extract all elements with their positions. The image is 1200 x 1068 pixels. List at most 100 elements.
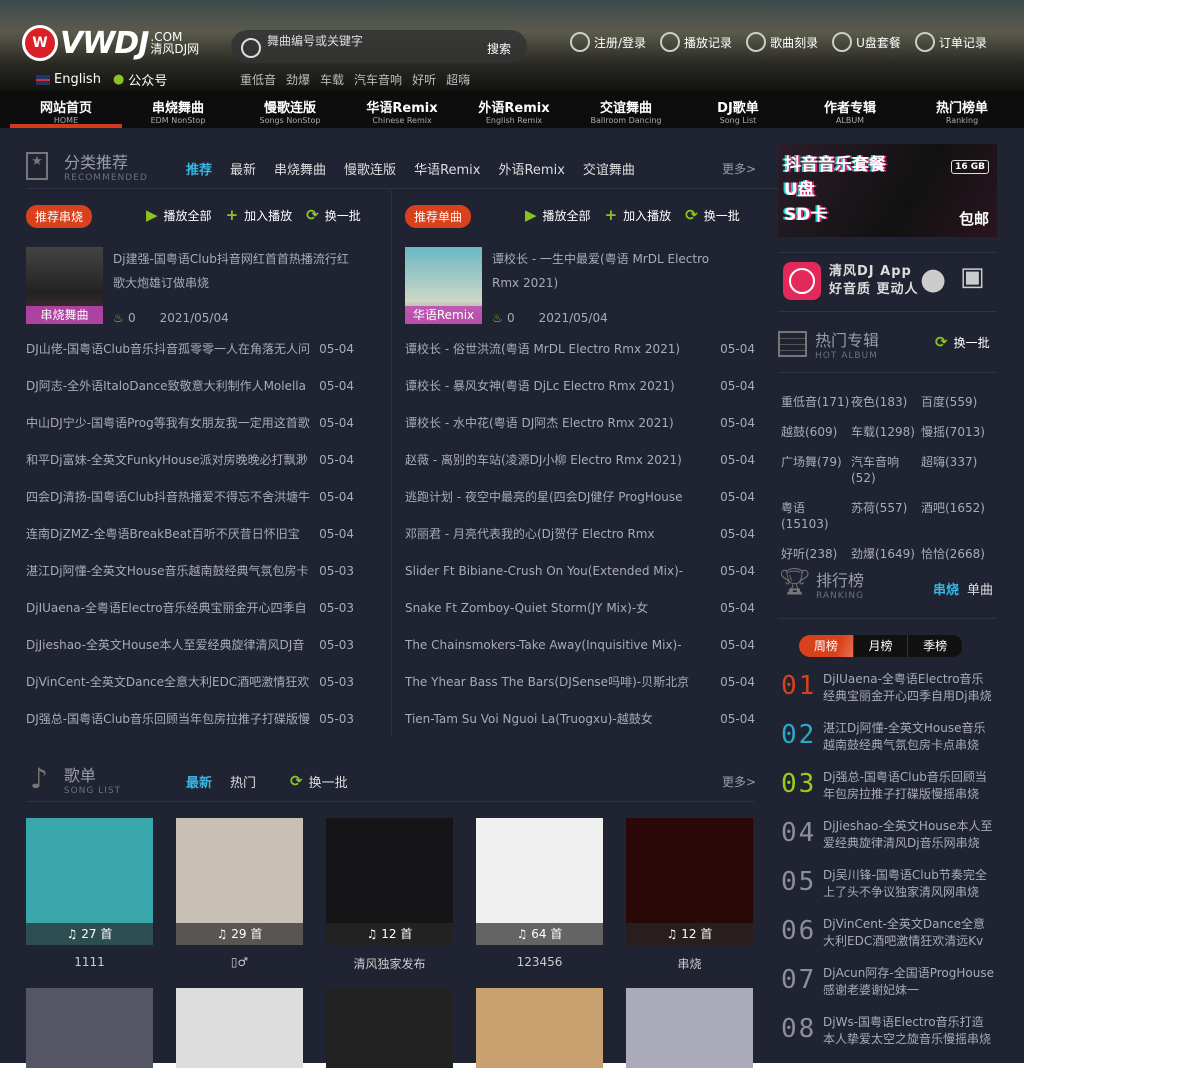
- header-tool-0[interactable]: 注册/登录: [570, 32, 646, 52]
- table-row[interactable]: 谭校长 - 水中花(粤语 DJ阿杰 Electro Rmx 2021) 05-04: [405, 415, 755, 452]
- featured-song[interactable]: 串烧舞曲 Dj建强-国粤语Club抖音网红首首热播流行红歌大炮雄订做串烧 ♨ 0 20…: [26, 247, 353, 325]
- tab-monthly[interactable]: 月榜: [854, 635, 909, 657]
- album-tag-link[interactable]: 车载(1298): [851, 424, 921, 440]
- nav-item-3[interactable]: 华语Remix Chinese Remix: [346, 91, 458, 128]
- rank-title[interactable]: DjWs-国粤语Electro音乐打造本人挚爱太空之旋音乐慢摇串烧: [823, 1014, 995, 1063]
- playlist-name[interactable]: 清风独家发布: [326, 955, 453, 972]
- album-refresh-button[interactable]: ⟳ 换一批: [935, 333, 990, 351]
- playlist-cover[interactable]: [626, 988, 753, 1068]
- more-link[interactable]: 更多>: [722, 160, 756, 177]
- album-tag-link[interactable]: 越鼓(609): [781, 424, 851, 440]
- tab-nonstop[interactable]: 串烧: [933, 579, 959, 598]
- song-title[interactable]: The Yhear Bass The Bars(DJSense吗啡)-贝斯北京: [405, 674, 695, 711]
- hot-word-link[interactable]: 劲爆: [286, 71, 310, 88]
- table-row[interactable]: Slider Ft Bibiane-Crush On You(Extended …: [405, 563, 755, 600]
- playlist-cover[interactable]: [26, 988, 153, 1068]
- playlist-cover[interactable]: [176, 988, 303, 1068]
- playlist-name[interactable]: 1111: [26, 955, 153, 969]
- table-row[interactable]: 谭校长 - 俗世洪流(粤语 MrDL Electro Rmx 2021) 05-0…: [405, 341, 755, 378]
- nav-item-0[interactable]: 网站首页 HOME: [10, 91, 122, 128]
- header-tool-4[interactable]: 订单记录: [914, 32, 987, 52]
- tab-single[interactable]: 单曲: [967, 579, 993, 598]
- album-tag-link[interactable]: 苏荷(557): [851, 500, 921, 532]
- playlist-card[interactable]: ♫ 12 首清风独家发布: [326, 818, 453, 972]
- table-row[interactable]: The Yhear Bass The Bars(DJSense吗啡)-贝斯北京 0…: [405, 674, 755, 711]
- nav-item-4[interactable]: 外语Remix English Remix: [458, 91, 570, 128]
- rank-title[interactable]: DjIUaena-全粤语Electro音乐经典宝丽金开心四季自用Dj串烧: [823, 671, 995, 720]
- playlist-card[interactable]: ♫ 29 首 ▯♂: [176, 818, 303, 972]
- table-row[interactable]: DjVinCent-全英文Dance全意大利EDC酒吧激情狂欢 05-03: [26, 674, 354, 711]
- ranking-item[interactable]: 04 DjJieshao-全英文House本人至爱经典旋律清风Dj音乐网串烧: [781, 818, 996, 867]
- table-row[interactable]: 四会DJ清扬-国粤语Club抖音热播爱不得忘不舍洪塘牛 05-04: [26, 489, 354, 526]
- recommend-tab[interactable]: 华语Remix: [414, 159, 480, 178]
- playlist-cover[interactable]: ♫ 12 首: [626, 818, 753, 945]
- tab-weekly[interactable]: 周榜: [799, 635, 854, 657]
- playlist-cover[interactable]: ♫ 12 首: [326, 818, 453, 945]
- playlist-cover[interactable]: ♫ 29 首: [176, 818, 303, 945]
- table-row[interactable]: DJ强总-国粤语Club音乐回顾当年包房拉推子打碟版慢 05-03: [26, 711, 354, 748]
- hot-word-link[interactable]: 超嗨: [446, 71, 470, 88]
- rank-title[interactable]: Dj吴川锋-国粤语Club节奏完全上了头不争议独家清风网串烧: [823, 867, 995, 916]
- album-tag-link[interactable]: 恰恰(2668): [921, 546, 996, 562]
- song-title[interactable]: 四会DJ清扬-国粤语Club抖音热播爱不得忘不舍洪塘牛: [26, 489, 316, 526]
- song-title[interactable]: Snake Ft Zomboy-Quiet Storm(JY Mix)-女: [405, 600, 695, 637]
- header-tool-2[interactable]: 歌曲刻录: [746, 32, 818, 52]
- table-row[interactable]: 逃跑计划 - 夜空中最亮的星(四会DJ健仔 ProgHouse 05-04: [405, 489, 755, 526]
- refresh-button[interactable]: ⟳ 换一批: [306, 206, 361, 224]
- table-row[interactable]: DjIUaena-全粤语Electro音乐经典宝丽金开心四季自 05-03: [26, 600, 354, 637]
- table-row[interactable]: The Chainsmokers-Take Away(Inquisitive M…: [405, 637, 755, 674]
- album-tag-link[interactable]: 百度(559): [921, 394, 996, 410]
- ranking-item[interactable]: 06 DjVinCent-全英文Dance全意大利EDC酒吧激情狂欢清远Kv: [781, 916, 996, 965]
- playlist-cover[interactable]: [476, 988, 603, 1068]
- album-tag-link[interactable]: 重低音(171): [781, 394, 851, 410]
- song-title[interactable]: 和平Dj富妹-全英文FunkyHouse派对房晚晚必打飘渺: [26, 452, 316, 489]
- song-title[interactable]: DJ阿志-全外语ItaloDance致敬意大利制作人Molella: [26, 378, 316, 415]
- header-tool-3[interactable]: U盘套餐: [832, 32, 901, 52]
- rank-title[interactable]: DjVinCent-全英文Dance全意大利EDC酒吧激情狂欢清远Kv: [823, 916, 995, 965]
- recommend-tab[interactable]: 慢歌连版: [344, 159, 396, 178]
- featured-cover[interactable]: 华语Remix: [405, 247, 482, 324]
- recommend-tab[interactable]: 外语Remix: [498, 159, 564, 178]
- song-title[interactable]: 逃跑计划 - 夜空中最亮的星(四会DJ健仔 ProgHouse: [405, 489, 695, 526]
- album-tag-link[interactable]: 粤语(15103): [781, 500, 851, 532]
- nav-item-6[interactable]: DJ歌单 Song List: [682, 91, 794, 128]
- song-title[interactable]: 赵薇 - 离别的车站(凌源DJ小柳 Electro Rmx 2021): [405, 452, 695, 489]
- song-title[interactable]: DJ强总-国粤语Club音乐回顾当年包房拉推子打碟版慢: [26, 711, 316, 748]
- table-row[interactable]: 谭校长 - 暴风女神(粤语 DjLc Electro Rmx 2021) 05-0…: [405, 378, 755, 415]
- song-title[interactable]: 邓丽君 - 月亮代表我的心(Dj贺仔 Electro Rmx: [405, 526, 695, 563]
- album-tag-link[interactable]: 汽车音响(52): [851, 454, 921, 486]
- ranking-item[interactable]: 05 Dj吴川锋-国粤语Club节奏完全上了头不争议独家清风网串烧: [781, 867, 996, 916]
- ranking-item[interactable]: 08 DjWs-国粤语Electro音乐打造本人挚爱太空之旋音乐慢摇串烧: [781, 1014, 996, 1063]
- album-tag-link[interactable]: 慢摇(7013): [921, 424, 996, 440]
- usb-promo-banner[interactable]: 抖音音乐套餐 U盘 SD卡 16 GB 包邮: [778, 144, 997, 237]
- song-title[interactable]: The Chainsmokers-Take Away(Inquisitive M…: [405, 637, 695, 674]
- english-link[interactable]: English: [36, 70, 101, 89]
- table-row[interactable]: 湛江Dj阿懂-全英文House音乐越南鼓经典气氛包房卡 05-03: [26, 563, 354, 600]
- ranking-item[interactable]: 07 DjAcun阿存-全国语ProgHouse感谢老婆谢妃妹一: [781, 965, 996, 1014]
- app-download[interactable]: 清风DJ App 好音质 更动人: [783, 262, 919, 300]
- rank-title[interactable]: DjJieshao-全英文House本人至爱经典旋律清风Dj音乐网串烧: [823, 818, 995, 867]
- search-input[interactable]: 舞曲编号或关键字: [267, 32, 487, 49]
- album-tag-link[interactable]: 好听(238): [781, 546, 851, 562]
- ranking-item[interactable]: 01 DjIUaena-全粤语Electro音乐经典宝丽金开心四季自用Dj串烧: [781, 671, 996, 720]
- playlist-cover[interactable]: [326, 988, 453, 1068]
- play-all-button[interactable]: ▶ 播放全部: [146, 206, 212, 224]
- song-title[interactable]: 连南DjZMZ-全粤语BreakBeat百听不厌昔日怀旧宝: [26, 526, 316, 563]
- song-title[interactable]: DjIUaena-全粤语Electro音乐经典宝丽金开心四季自: [26, 600, 316, 637]
- table-row[interactable]: 邓丽君 - 月亮代表我的心(Dj贺仔 Electro Rmx 05-04: [405, 526, 755, 563]
- ranking-item[interactable]: 02 湛江Dj阿懂-全英文House音乐越南鼓经典气氛包房卡点串烧: [781, 720, 996, 769]
- playlist-name[interactable]: 123456: [476, 955, 603, 969]
- add-play-button[interactable]: + 加入播放: [226, 206, 293, 224]
- album-tag-link[interactable]: 酒吧(1652): [921, 500, 996, 532]
- rank-title[interactable]: 湛江Dj阿懂-全英文House音乐越南鼓经典气氛包房卡点串烧: [823, 720, 995, 769]
- song-title[interactable]: Slider Ft Bibiane-Crush On You(Extended …: [405, 563, 695, 600]
- more-link[interactable]: 更多>: [722, 773, 756, 790]
- song-title[interactable]: DjJieshao-全英文House本人至爱经典旋律清风DJ音: [26, 637, 316, 674]
- featured-title[interactable]: Dj建强-国粤语Club抖音网红首首热播流行红歌大炮雄订做串烧: [113, 247, 353, 295]
- recommend-tab[interactable]: 推荐: [186, 159, 212, 178]
- playlist-cover[interactable]: ♫ 27 首: [26, 818, 153, 945]
- album-tag-link[interactable]: 广场舞(79): [781, 454, 851, 486]
- table-row[interactable]: 中山DJ宁少-国粤语Prog等我有女朋友我一定用这首歌 05-04: [26, 415, 354, 452]
- nav-item-7[interactable]: 作者专辑 ALBUM: [794, 91, 906, 128]
- nav-item-8[interactable]: 热门榜单 Ranking: [906, 91, 1018, 128]
